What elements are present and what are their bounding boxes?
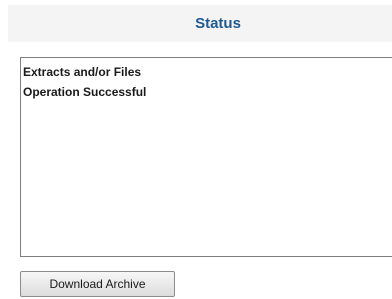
- page-title: Status: [195, 15, 241, 32]
- status-line-extracts: Extracts and/or Files: [23, 65, 142, 79]
- status-output-area[interactable]: Extracts and/or Files Operation Successf…: [20, 57, 392, 257]
- download-archive-button[interactable]: Download Archive: [20, 271, 175, 297]
- status-line-result: Operation Successful: [23, 85, 147, 99]
- status-panel: Status Extracts and/or Files Operation S…: [0, 0, 392, 299]
- status-header: Status: [8, 5, 392, 42]
